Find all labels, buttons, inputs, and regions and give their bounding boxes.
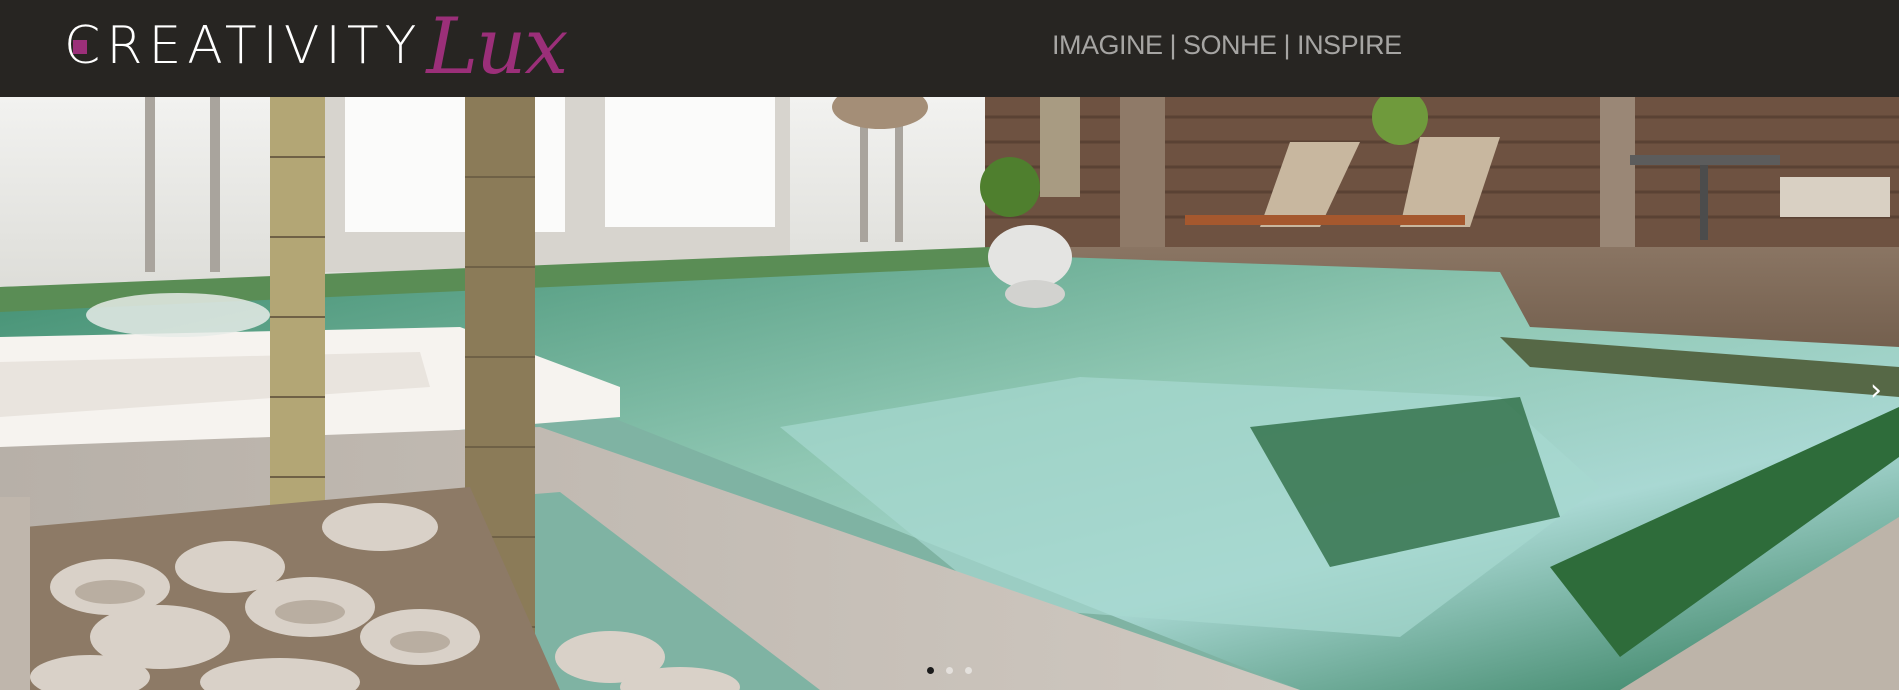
slider-dot-1[interactable] [927,667,934,674]
logo[interactable]: C REATIVITY Lux [64,2,568,92]
logo-main-text: REATIVITY [106,16,423,76]
slider-dot-3[interactable] [965,667,972,674]
logo-wordmark: C REATIVITY [64,20,422,72]
slider-dot-2[interactable] [946,667,953,674]
site-header: C REATIVITY Lux IMAGINE | SONHE | INSPIR… [0,0,1899,97]
chevron-right-icon: › [1870,373,1882,408]
logo-script-text: Lux [426,2,568,92]
tagline: IMAGINE | SONHE | INSPIRE [1052,30,1402,60]
slider-next-button[interactable]: › [1865,373,1887,409]
logo-square-mark [73,40,87,54]
slider-pagination [927,667,972,674]
hero-slider[interactable]: › [0,97,1899,690]
hero-slide-image [0,97,1899,690]
logo-first-letter: C [64,20,106,72]
